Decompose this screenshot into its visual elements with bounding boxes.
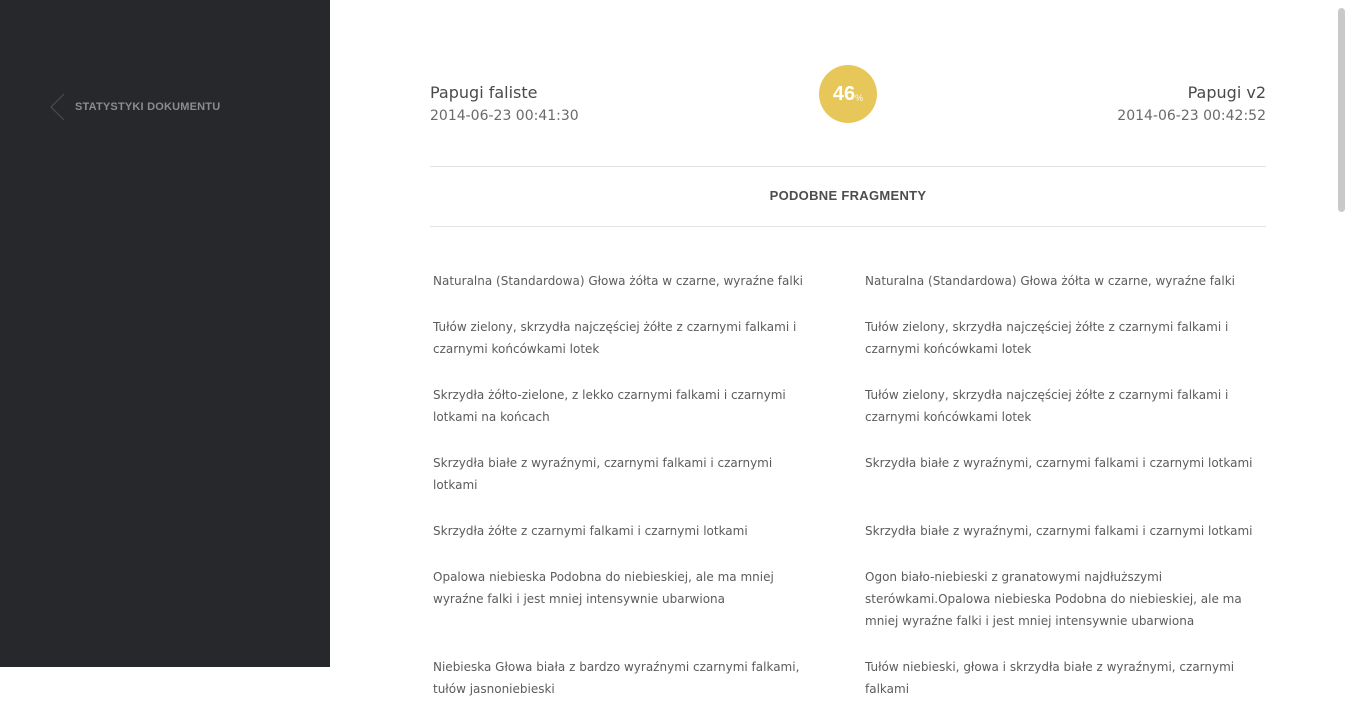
right-fragment-text: Skrzydła białe z wyraźnymi, czarnymi fal… [865, 524, 1253, 538]
right-fragment-text: Naturalna (Standardowa) Głowa żółta w cz… [865, 274, 1235, 288]
back-to-document-stats-link[interactable]: STATYSTYKI DOKUMENTU [48, 92, 220, 122]
fragment-row: Skrzydła białe z wyraźnymi, czarnymi fal… [433, 452, 1266, 496]
fragment-row: Skrzydła żółto-zielone, z lekko czarnymi… [433, 384, 1266, 428]
section-title: PODOBNE FRAGMENTY [769, 188, 927, 203]
left-document-info: Papugi faliste 2014-06-23 00:41:30 [430, 82, 579, 127]
fragment-row: Skrzydła żółte z czarnymi falkami i czar… [433, 520, 1266, 542]
right-fragment-text: Skrzydła białe z wyraźnymi, czarnymi fal… [865, 456, 1253, 470]
bottom-divider [430, 226, 1266, 227]
left-document-date: 2014-06-23 00:41:30 [430, 108, 579, 124]
right-document-info: Papugi v2 2014-06-23 00:42:52 [1117, 82, 1266, 127]
scrollbar-thumb[interactable] [1338, 8, 1345, 212]
left-fragment-text: Skrzydła żółto-zielone, z lekko czarnymi… [433, 388, 786, 424]
left-document-title: Papugi faliste [430, 83, 538, 102]
similarity-score-unit: % [855, 92, 864, 103]
top-divider [430, 166, 1266, 167]
right-fragment-text: Tułów zielony, skrzydła najczęściej żółt… [865, 320, 1229, 356]
right-fragment-text: Tułów niebieski, głowa i skrzydła białe … [865, 660, 1235, 696]
fragment-row: Opalowa niebieska Podobna do niebieskiej… [433, 566, 1266, 632]
fragment-row: Tułów zielony, skrzydła najczęściej żółt… [433, 316, 1266, 360]
left-fragment-text: Skrzydła żółte z czarnymi falkami i czar… [433, 524, 748, 538]
left-fragment-text: Tułów zielony, skrzydła najczęściej żółt… [433, 320, 797, 356]
fragment-row: Naturalna (Standardowa) Głowa żółta w cz… [433, 270, 1266, 292]
similar-fragments-list: Naturalna (Standardowa) Głowa żółta w cz… [433, 270, 1266, 724]
back-link-label: STATYSTYKI DOKUMENTU [75, 101, 221, 113]
similarity-score-value: 46 [832, 82, 856, 105]
right-document-date: 2014-06-23 00:42:52 [1117, 108, 1266, 124]
left-fragment-text: Opalowa niebieska Podobna do niebieskiej… [433, 570, 774, 606]
left-fragment-text: Niebieska Głowa biała z bardzo wyraźnymi… [433, 660, 800, 696]
comparison-panel: Papugi faliste 2014-06-23 00:41:30 46% P… [330, 0, 1350, 696]
left-fragment-text: Skrzydła białe z wyraźnymi, czarnymi fal… [433, 456, 773, 492]
scrollbar[interactable] [1334, 0, 1350, 667]
left-fragment-text: Naturalna (Standardowa) Głowa żółta w cz… [433, 274, 803, 288]
similarity-score-badge: 46% [819, 65, 877, 123]
right-fragment-text: Tułów zielony, skrzydła najczęściej żółt… [865, 388, 1229, 424]
chevron-left-icon [50, 93, 65, 121]
fragment-row: Niebieska Głowa biała z bardzo wyraźnymi… [433, 656, 1266, 700]
sidebar: STATYSTYKI DOKUMENTU [0, 0, 330, 667]
right-fragment-text: Ogon biało-niebieski z granatowymi najdł… [865, 570, 1242, 628]
right-document-title: Papugi v2 [1187, 83, 1266, 102]
